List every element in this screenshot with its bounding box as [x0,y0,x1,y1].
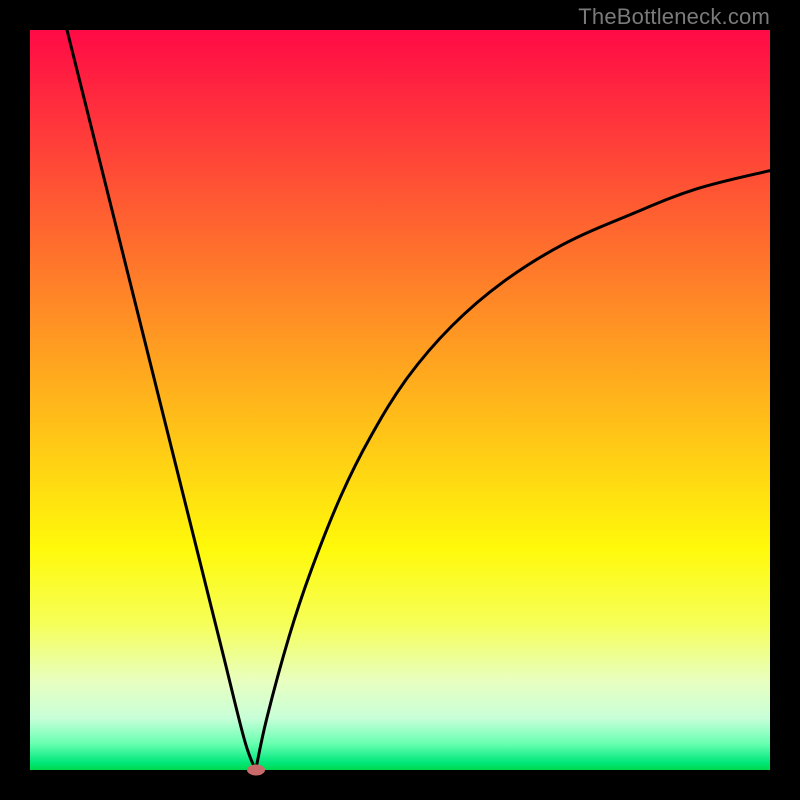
chart-frame: TheBottleneck.com [0,0,800,800]
curve-right [256,171,770,770]
curve-left [67,30,256,770]
plot-area [30,30,770,770]
watermark-text: TheBottleneck.com [578,4,770,30]
minimum-marker [247,765,265,776]
curve-svg [30,30,770,770]
